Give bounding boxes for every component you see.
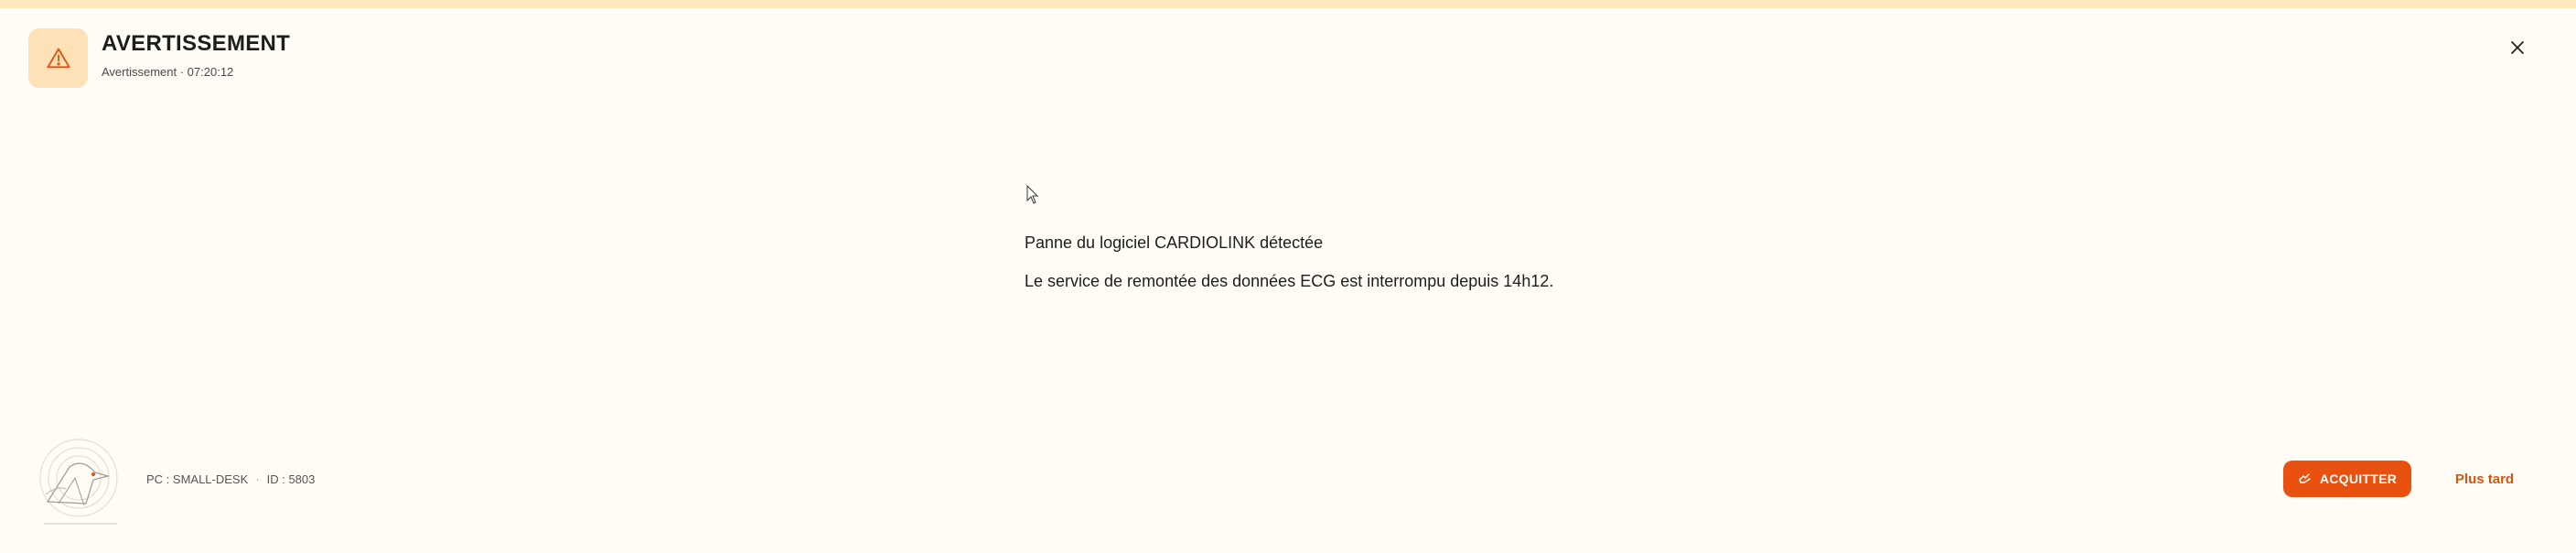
hand-icon: [2299, 473, 2311, 483]
later-label: Plus tard: [2454, 471, 2515, 487]
warning-triangle-icon: [46, 48, 70, 68]
alert-subtitle: Avertissement · 07:20:12: [102, 65, 234, 79]
close-button[interactable]: [2503, 33, 2532, 62]
device-id: ID : 5803: [266, 472, 316, 486]
logo-emblem: [38, 430, 123, 529]
message-title: Panne du logiciel CARDIOLINK détectée: [1025, 233, 1324, 252]
message-body: Le service de remontée des données ECG e…: [1025, 272, 1554, 290]
pc-name: PC : SMALL-DESK: [146, 472, 249, 486]
acknowledge-button[interactable]: ACQUITTER: [2283, 461, 2411, 497]
footer-device-info: PC : SMALL-DESK · ID : 5803: [146, 472, 315, 486]
footer-separator: ·: [255, 472, 260, 486]
alert-title: AVERTISSEMENT: [102, 31, 291, 56]
warning-badge: [28, 28, 88, 88]
close-icon: [2511, 41, 2524, 54]
top-accent-strip: [0, 0, 2576, 8]
later-button[interactable]: Plus tard: [2442, 461, 2527, 497]
acknowledge-label: ACQUITTER: [2319, 472, 2398, 486]
alert-window: AVERTISSEMENT Avertissement · 07:20:12 P…: [0, 0, 2576, 553]
mouse-cursor-icon: [1026, 185, 1039, 204]
